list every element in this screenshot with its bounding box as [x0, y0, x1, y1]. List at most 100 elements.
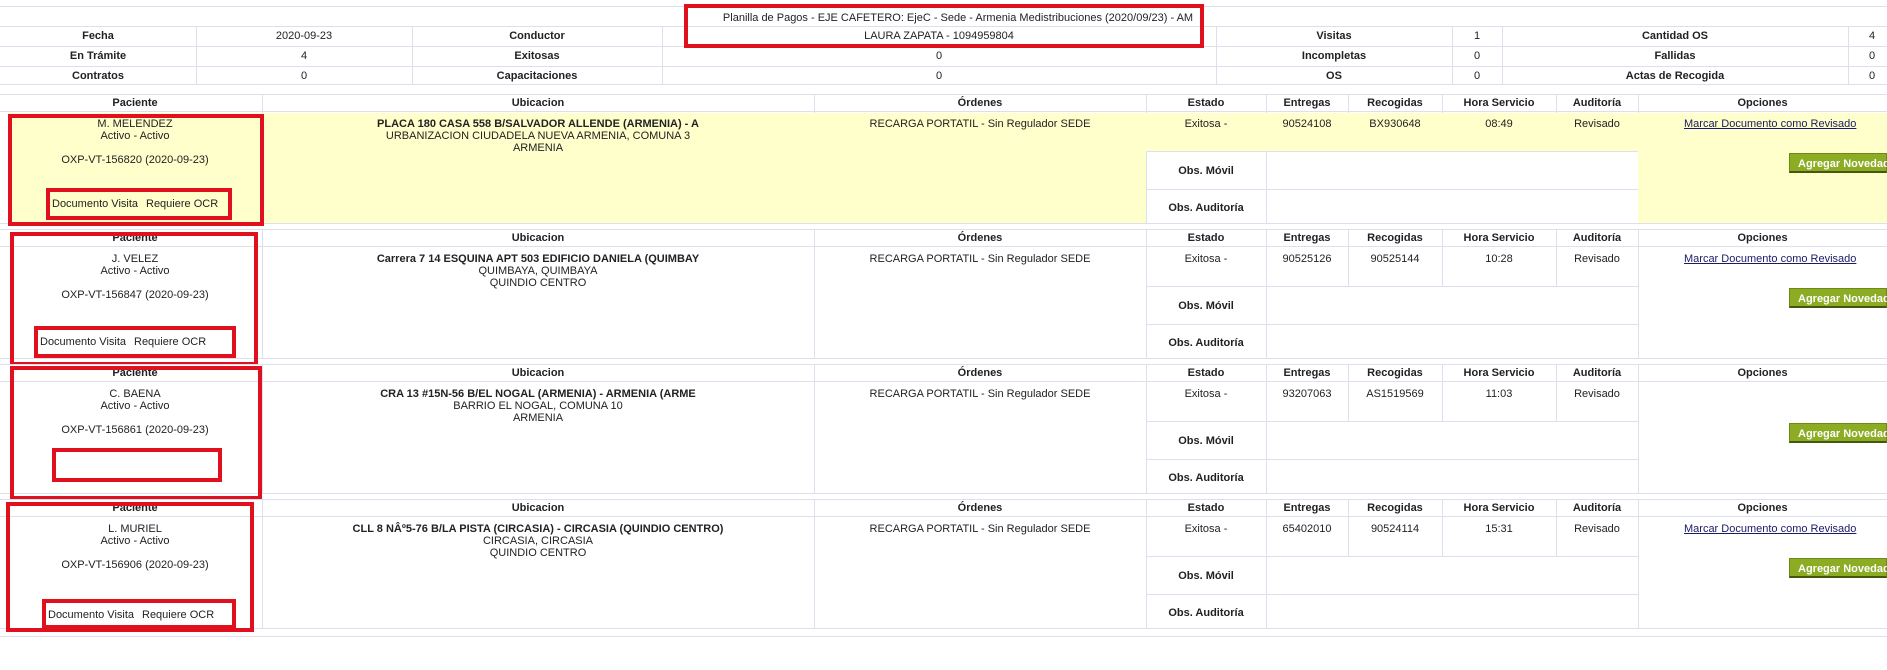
entregas-value: 93207063	[1282, 388, 1332, 400]
obs-movil-field[interactable]	[1267, 422, 1638, 459]
contratos-label: Contratos	[72, 70, 124, 82]
fallidas-label: Fallidas	[1654, 50, 1696, 62]
header-estado: Estado	[1187, 367, 1225, 379]
agregar-novedad-button[interactable]: Agregar Novedad	[1789, 153, 1887, 173]
incompletas-label: Incompletas	[1301, 50, 1367, 62]
header-ubicacion: Ubicacion	[511, 502, 565, 514]
entregas-value: 90525126	[1282, 253, 1332, 265]
agregar-novedad-button[interactable]: Agregar Novedad	[1789, 558, 1887, 578]
location-address: PLACA 180 CASA 558 B/SALVADOR ALLENDE (A…	[377, 118, 699, 130]
order-description: RECARGA PORTATIL - Sin Regulador SEDE	[869, 523, 1091, 535]
exitosas-label: Exitosas	[514, 50, 560, 62]
obs-movil-label: Obs. Móvil	[1178, 570, 1234, 582]
auditoria-value: Revisado	[1574, 118, 1620, 130]
exitosas-value: 0	[935, 50, 943, 62]
actas-label: Actas de Recogida	[1625, 70, 1725, 82]
recogidas-value: BX930648	[1369, 118, 1421, 130]
incompletas-value: 0	[1473, 50, 1481, 62]
recogidas-value: 90524114	[1370, 523, 1420, 535]
location-area: CIRCASIA, CIRCASIA	[482, 535, 594, 547]
agregar-novedad-button[interactable]: Agregar Novedad	[1789, 423, 1887, 443]
visitas-value: 1	[1473, 30, 1481, 42]
location-address: CRA 13 #15N-56 B/EL NOGAL (ARMENIA) - AR…	[380, 388, 696, 400]
recogidas-value: 90525144	[1370, 253, 1420, 265]
entregas-value: 90524108	[1282, 118, 1332, 130]
header-entregas: Entregas	[1283, 97, 1331, 109]
header-estado: Estado	[1187, 502, 1225, 514]
location-city: ARMENIA	[512, 142, 564, 154]
cantidad-os-value: 4	[1869, 30, 1876, 42]
capacitaciones-label: Capacitaciones	[496, 70, 578, 82]
obs-auditoria-field[interactable]	[1267, 460, 1638, 493]
highlight-document-links	[42, 599, 236, 629]
highlight-document-links	[52, 448, 222, 482]
location-address: CLL 8 NÂº5-76 B/LA PISTA (CIRCASIA) - CI…	[352, 523, 724, 535]
os-label: OS	[1326, 70, 1342, 82]
obs-auditoria-label: Obs. Auditoría	[1168, 202, 1244, 214]
order-state: Exitosa -	[1184, 253, 1228, 265]
header-estado: Estado	[1187, 232, 1225, 244]
location-city: QUINDIO CENTRO	[489, 547, 587, 559]
obs-auditoria-label: Obs. Auditoría	[1168, 337, 1244, 349]
obs-auditoria-label: Obs. Auditoría	[1168, 607, 1244, 619]
actas-value: 0	[1869, 70, 1876, 82]
cantidad-os-label: Cantidad OS	[1641, 30, 1708, 42]
header-ubicacion: Ubicacion	[511, 367, 565, 379]
obs-movil-label: Obs. Móvil	[1178, 165, 1234, 177]
header-ubicacion: Ubicacion	[511, 97, 565, 109]
hora-servicio-value: 11:03	[1485, 388, 1513, 400]
os-value: 0	[1473, 70, 1481, 82]
obs-auditoria-field[interactable]	[1267, 325, 1638, 358]
header-ordenes: Órdenes	[957, 502, 1003, 514]
marcar-revisado-link[interactable]: Marcar Documento como Revisado	[1684, 523, 1856, 535]
marcar-revisado-link[interactable]: Marcar Documento como Revisado	[1684, 253, 1856, 265]
highlight-document-links	[46, 188, 232, 220]
agregar-novedad-button[interactable]: Agregar Novedad	[1789, 288, 1887, 308]
header-opciones: Opciones	[1737, 367, 1788, 379]
obs-movil-label: Obs. Móvil	[1178, 300, 1234, 312]
capacitaciones-value: 0	[935, 70, 943, 82]
obs-auditoria-label: Obs. Auditoría	[1168, 472, 1244, 484]
order-description: RECARGA PORTATIL - Sin Regulador SEDE	[869, 388, 1091, 400]
fecha-label: Fecha	[82, 30, 114, 42]
hora-servicio-value: 10:28	[1485, 253, 1513, 265]
header-recogidas: Recogidas	[1367, 367, 1423, 379]
obs-auditoria-field[interactable]	[1267, 595, 1638, 628]
en-tramite-value: 4	[300, 50, 308, 62]
entregas-value: 65402010	[1282, 523, 1332, 535]
header-ordenes: Órdenes	[957, 97, 1003, 109]
obs-movil-field[interactable]	[1267, 152, 1638, 189]
header-hora: Hora Servicio	[1463, 232, 1535, 244]
marcar-revisado-link[interactable]: Marcar Documento como Revisado	[1684, 118, 1856, 130]
header-ordenes: Órdenes	[957, 232, 1003, 244]
header-opciones: Opciones	[1737, 502, 1788, 514]
order-state: Exitosa -	[1184, 388, 1228, 400]
location-area: URBANIZACION CIUDADELA NUEVA ARMENIA, CO…	[385, 130, 691, 142]
order-state: Exitosa -	[1184, 523, 1228, 535]
recogidas-value: AS1519569	[1366, 388, 1424, 400]
header-paciente: Paciente	[112, 97, 158, 109]
header-ordenes: Órdenes	[957, 367, 1003, 379]
fecha-value: 2020-09-23	[275, 30, 333, 42]
location-city: ARMENIA	[512, 412, 564, 424]
header-recogidas: Recogidas	[1367, 97, 1423, 109]
conductor-label: Conductor	[509, 30, 565, 42]
obs-movil-label: Obs. Móvil	[1178, 435, 1234, 447]
header-auditoria: Auditoría	[1572, 502, 1622, 514]
auditoria-value: Revisado	[1574, 253, 1620, 265]
order-description: RECARGA PORTATIL - Sin Regulador SEDE	[869, 118, 1091, 130]
header-auditoria: Auditoría	[1572, 232, 1622, 244]
header-hora: Hora Servicio	[1463, 502, 1535, 514]
header-entregas: Entregas	[1283, 367, 1331, 379]
en-tramite-label: En Trámite	[69, 50, 127, 62]
contratos-value: 0	[300, 70, 308, 82]
obs-auditoria-field[interactable]	[1267, 190, 1638, 223]
header-ubicacion: Ubicacion	[511, 232, 565, 244]
header-recogidas: Recogidas	[1367, 232, 1423, 244]
obs-movil-field[interactable]	[1267, 287, 1638, 324]
hora-servicio-value: 15:31	[1485, 523, 1513, 535]
header-entregas: Entregas	[1283, 232, 1331, 244]
header-opciones: Opciones	[1737, 232, 1788, 244]
obs-movil-field[interactable]	[1267, 557, 1638, 594]
header-hora: Hora Servicio	[1463, 97, 1535, 109]
